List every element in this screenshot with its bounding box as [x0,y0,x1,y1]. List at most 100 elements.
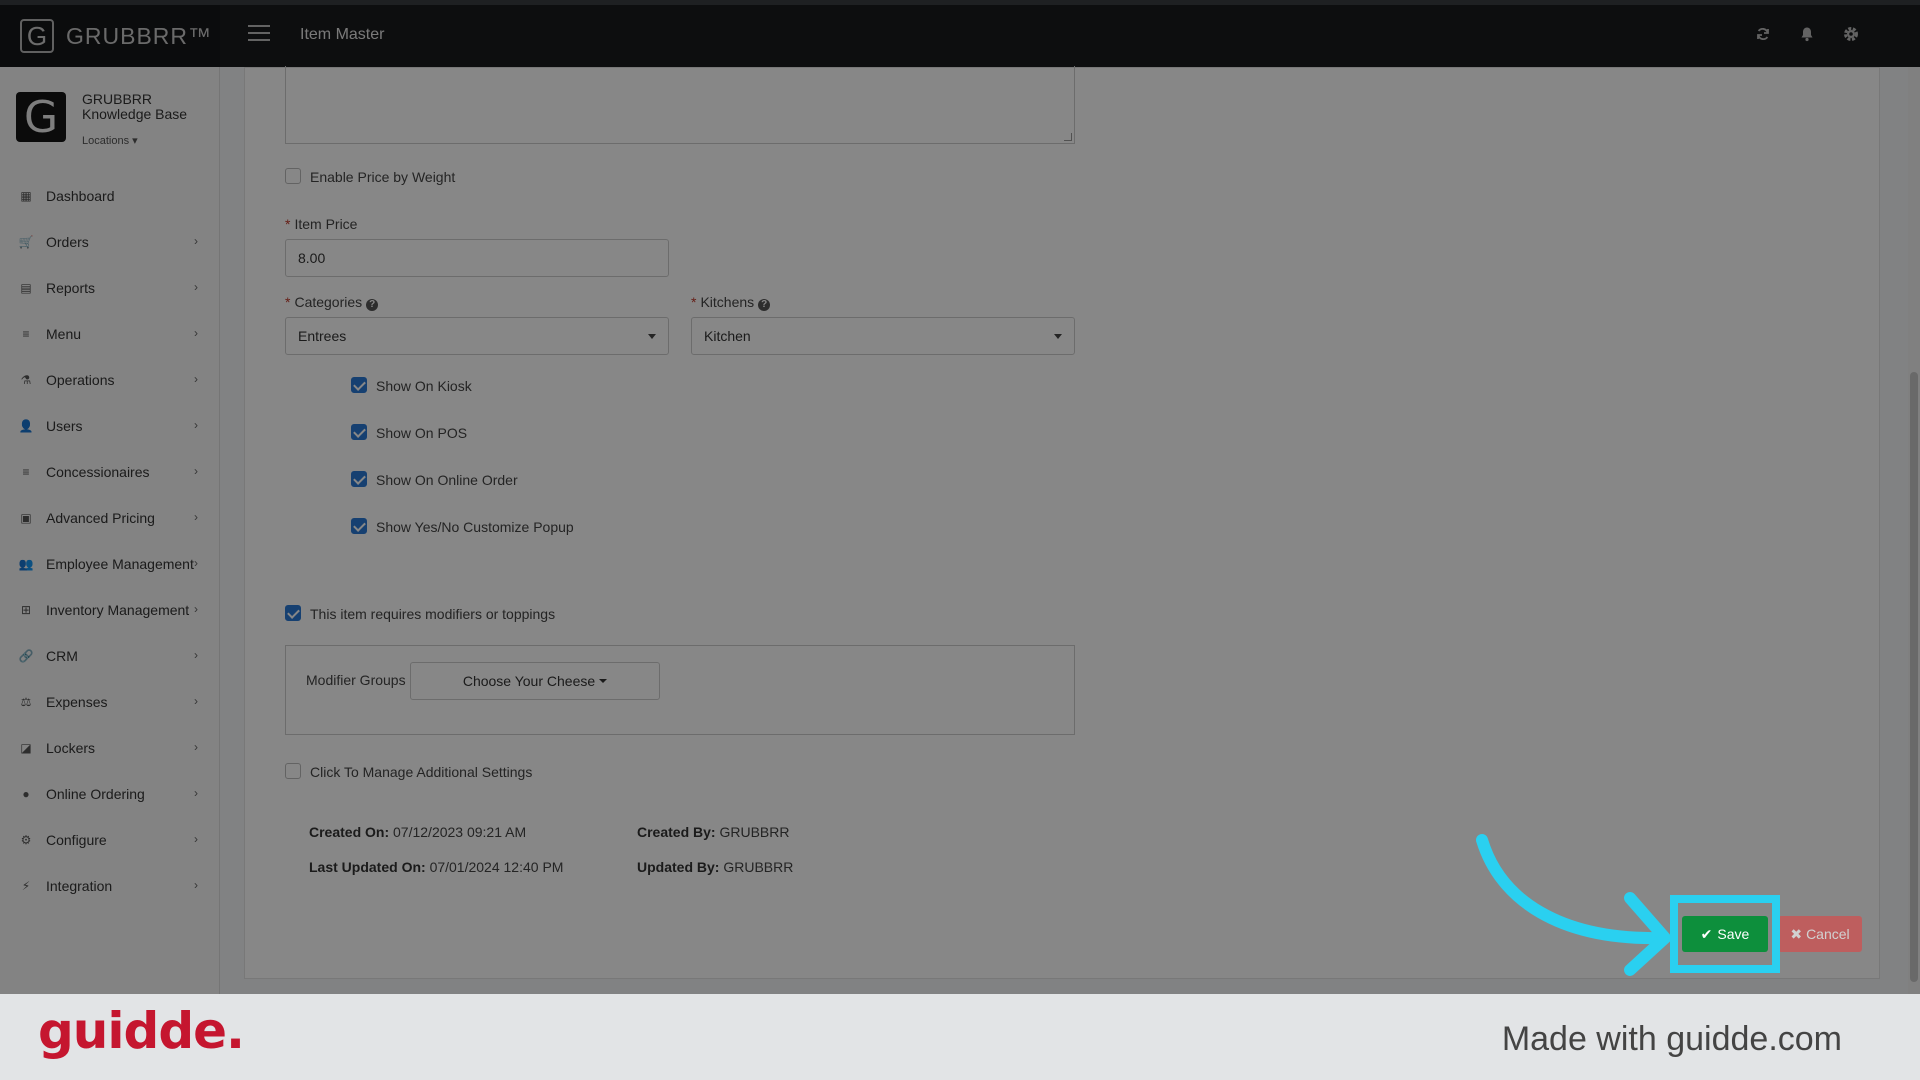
sidebar-item-label: Menu [46,326,82,342]
sidebar-item-label: Reports [46,280,96,296]
org-name: GRUBBRR [82,91,153,107]
modifier-groups-label: Modifier Groups [306,672,406,688]
requires-modifiers-checkbox[interactable] [285,605,301,621]
sidebar-item-advanced-pricing[interactable]: ▣ Advanced Pricing › [0,495,220,541]
chevron-right-icon: › [194,648,198,662]
price-by-weight-label: Enable Price by Weight [310,169,456,185]
brand-name: GRUBBRR™ [66,22,213,49]
sidebar-item-label: Employee Management [46,556,194,572]
item-price-label: * Item Price [285,216,358,232]
locations-dropdown[interactable]: Locations ▾ [82,134,187,149]
show-on-kiosk-checkbox[interactable] [351,377,367,393]
sidebar-item-expenses[interactable]: ⚖ Expenses › [0,679,220,725]
report-icon: ▤ [20,281,32,295]
show-on-pos-label: Show On POS [376,425,468,441]
categories-label: * Categories? [285,294,379,311]
chevron-right-icon: › [194,832,198,846]
sidebar-item-operations[interactable]: ⚗ Operations › [0,357,220,403]
additional-settings-label: Click To Manage Additional Settings [310,764,533,780]
created-on: Created On: 07/12/2023 09:21 AM [309,824,527,840]
item-price-input[interactable]: 8.00 [285,239,669,277]
sidebar-item-menu[interactable]: ≡ Menu › [0,311,220,357]
sidebar-item-employee-management[interactable]: 👥 Employee Management › [0,541,220,587]
scroll-thumb[interactable] [1910,372,1918,982]
updated-by: Updated By: GRUBBRR [637,859,794,875]
caret-down-icon [599,679,608,683]
close-icon: ✖ [1790,925,1803,942]
hamburger-menu-icon[interactable] [248,25,270,41]
pointer-arrow-icon [1476,834,1671,976]
locker-icon: ◪ [20,741,32,755]
chevron-right-icon: › [194,280,198,294]
help-icon[interactable]: ? [366,299,379,311]
cancel-label: Cancel [1806,926,1850,942]
sidebar-nav: ▦ Dashboard 🛒 Orders › ▤ Reports › ≡ Menu › ⚗ Operat… [0,173,220,909]
plug-icon: ⚡ [21,879,31,893]
made-with-text: Made with guidde.com [1501,1020,1842,1058]
categories-value: Entrees [298,328,347,344]
org-subname: Knowledge Base [82,106,188,122]
chevron-right-icon: › [194,556,198,570]
org-logo-icon: G [16,92,66,143]
bell-icon[interactable] [1796,23,1818,45]
show-customize-popup-checkbox[interactable] [351,518,367,534]
flask-icon: ⚗ [20,373,32,387]
resize-handle-icon[interactable] [1064,133,1072,141]
sidebar-item-label: Users [46,418,83,434]
last-updated-on: Last Updated On: 07/01/2024 12:40 PM [309,859,564,875]
cancel-button[interactable]: ✖ Cancel [1778,916,1862,952]
chevron-right-icon: › [194,372,198,386]
chevron-right-icon: › [194,740,198,754]
chevron-right-icon: › [194,602,198,616]
brand[interactable]: G GRUBBRR™ [0,5,220,67]
sidebar-item-lockers[interactable]: ◪ Lockers › [0,725,220,771]
guidde-footer: guidde. Made with guidde.com [0,994,1920,1080]
link-icon: 🔗 [18,649,34,663]
page-scrollbar[interactable] [1908,67,1920,994]
top-bar: G GRUBBRR™ Item Master [0,0,1920,67]
modifier-groups-box: Modifier Groups Choose Your Cheese [285,645,1075,735]
show-on-pos-checkbox[interactable] [351,424,367,440]
help-icon[interactable]: ? [758,299,771,311]
chevron-right-icon: › [194,326,198,340]
chevron-right-icon: › [194,786,198,800]
sidebar-item-crm[interactable]: 🔗 CRM › [0,633,220,679]
sidebar-item-reports[interactable]: ▤ Reports › [0,265,220,311]
chevron-right-icon: › [194,234,198,248]
sidebar-item-label: Advanced Pricing [46,510,155,526]
sidebar-item-integration[interactable]: ⚡ Integration › [0,863,220,909]
save-highlight-box [1670,895,1780,973]
gear-icon[interactable] [1840,23,1862,45]
show-on-online-order-checkbox[interactable] [351,471,367,487]
chevron-right-icon: › [194,464,198,478]
kitchens-value: Kitchen [704,328,751,344]
sidebar-item-orders[interactable]: 🛒 Orders › [0,219,220,265]
sidebar-item-users[interactable]: 👤 Users › [0,403,220,449]
sidebar-item-concessionaires[interactable]: ≡ Concessionaires › [0,449,220,495]
sidebar-item-label: Concessionaires [46,464,150,480]
sidebar-item-label: Configure [46,832,107,848]
categories-select[interactable]: Entrees [285,317,669,355]
description-textarea[interactable] [285,66,1075,144]
additional-settings-checkbox[interactable] [285,763,301,779]
caret-down-icon: ▾ [132,135,138,147]
user-plus-icon: 👤 [18,419,34,433]
sidebar-item-configure[interactable]: ⚙ Configure › [0,817,220,863]
chevron-right-icon: › [194,878,198,892]
requires-modifiers-label: This item requires modifiers or toppings [310,606,556,622]
caret-down-icon [648,334,656,339]
refresh-icon[interactable] [1752,23,1774,45]
sidebar-item-label: Online Ordering [46,786,145,802]
menu-list-icon: ≡ [22,327,30,341]
sidebar-item-dashboard[interactable]: ▦ Dashboard [0,173,220,219]
kitchens-select[interactable]: Kitchen [691,317,1075,355]
sidebar-item-inventory-management[interactable]: ⊞ Inventory Management › [0,587,220,633]
sidebar-item-online-ordering[interactable]: ● Online Ordering › [0,771,220,817]
price-by-weight-checkbox[interactable] [285,168,301,184]
scale-icon: ⚖ [20,695,32,709]
modifier-groups-dropdown[interactable]: Choose Your Cheese [410,662,660,700]
gear-icon: ⚙ [20,833,32,847]
sidebar-item-label: Integration [46,878,113,894]
sidebar: G GRUBBRR Knowledge Base Locations ▾ ▦ Da… [0,67,220,994]
users-icon: 👥 [18,557,34,571]
